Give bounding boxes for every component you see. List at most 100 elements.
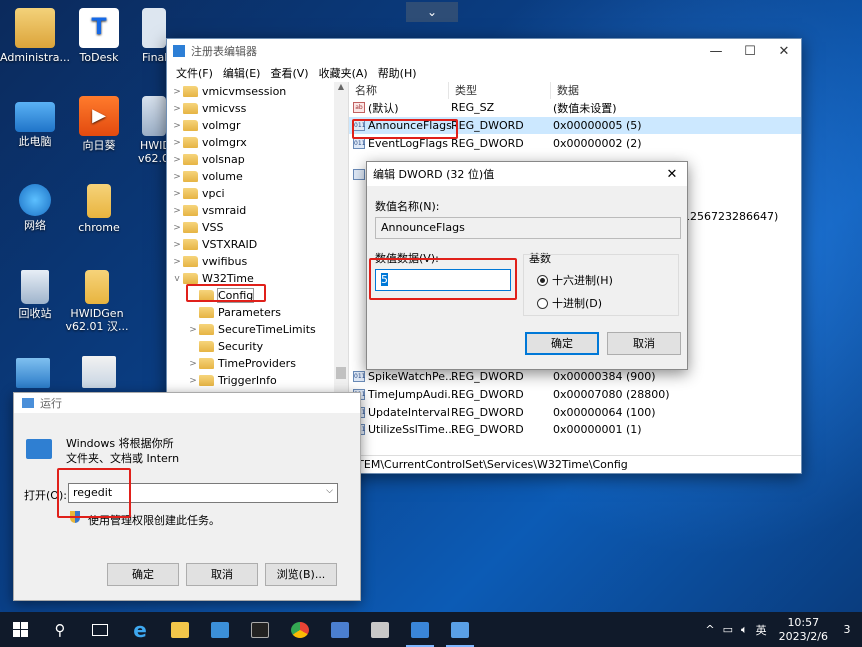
- task-view-button[interactable]: [80, 612, 120, 647]
- top-chevron-button[interactable]: ⌄: [406, 2, 458, 22]
- tree-item[interactable]: > volmgr: [167, 117, 348, 134]
- desktop-icon-chrome-folder[interactable]: chrome: [64, 184, 134, 234]
- column-name[interactable]: 名称: [349, 82, 449, 99]
- value-name-field: AnnounceFlags: [375, 217, 681, 239]
- folder-icon: [183, 154, 198, 165]
- tree-item[interactable]: > volsnap: [167, 151, 348, 168]
- tree-vertical-scrollbar[interactable]: ▲ ▼: [334, 82, 348, 441]
- chevron-down-icon[interactable]: v: [171, 274, 183, 284]
- tree-item[interactable]: > vmicvmsession: [167, 83, 348, 100]
- value-row[interactable]: ab (默认) REG_SZ (数值未设置): [349, 99, 801, 117]
- tray-input-language[interactable]: 英: [756, 622, 767, 638]
- desktop-icon-administrator[interactable]: Administra...: [0, 8, 70, 64]
- chevron-right-icon[interactable]: >: [171, 138, 183, 148]
- menu-edit[interactable]: 编辑(E): [218, 63, 266, 82]
- menu-view[interactable]: 查看(V): [265, 63, 313, 82]
- tree-item[interactable]: > volmgrx: [167, 134, 348, 151]
- run-cancel-button[interactable]: 取消: [186, 563, 258, 586]
- tree-item[interactable]: Security: [167, 338, 348, 355]
- tray-network-icon[interactable]: ▭: [723, 623, 733, 636]
- chevron-right-icon[interactable]: >: [171, 257, 183, 267]
- tree-item[interactable]: > VSS: [167, 219, 348, 236]
- value-data: (数值未设置): [553, 101, 617, 115]
- chevron-right-icon[interactable]: >: [171, 155, 183, 165]
- minimize-button[interactable]: —: [699, 44, 733, 59]
- tree-item[interactable]: Parameters: [167, 304, 348, 321]
- desktop-icon-partial-2[interactable]: [82, 356, 116, 388]
- close-button[interactable]: ✕: [767, 44, 801, 59]
- menu-favorites[interactable]: 收藏夹(A): [314, 63, 373, 82]
- taskbar-app-8[interactable]: [360, 612, 400, 647]
- radio-hex[interactable]: 十六进制(H): [537, 272, 613, 288]
- taskbar-cmd[interactable]: [240, 612, 280, 647]
- taskbar-regedit[interactable]: [400, 612, 440, 647]
- desktop-icon-recycle-bin[interactable]: 回收站: [0, 270, 70, 320]
- desktop-icon-final[interactable]: Final: [120, 8, 166, 64]
- run-browse-button[interactable]: 浏览(B)...: [265, 563, 337, 586]
- value-row[interactable]: 011UpdateIntervalREG_DWORD 0x00000064 (10…: [349, 403, 801, 421]
- value-row[interactable]: 011UtilizeSslTime...REG_DWORD 0x00000001 …: [349, 421, 801, 439]
- tree-item[interactable]: > SecureTimeLimits: [167, 321, 348, 338]
- scroll-thumb[interactable]: [336, 367, 346, 379]
- chevron-right-icon[interactable]: >: [171, 189, 183, 199]
- chevron-right-icon[interactable]: >: [171, 206, 183, 216]
- tree-item[interactable]: > vpci: [167, 185, 348, 202]
- value-row[interactable]: 011 SpikeWatchPe... REG_DWORD 0x00000384 (9…: [349, 368, 801, 386]
- dialog-close-button[interactable]: ✕: [657, 167, 687, 182]
- search-button[interactable]: ⚲: [40, 612, 80, 647]
- chevron-right-icon[interactable]: >: [171, 87, 183, 97]
- chevron-right-icon[interactable]: >: [171, 104, 183, 114]
- computer-shortcut-icon: [142, 8, 166, 48]
- tree-item[interactable]: > vmicvss: [167, 100, 348, 117]
- tree-item[interactable]: > vsmraid: [167, 202, 348, 219]
- desktop-icon-hwid[interactable]: HWID v62.01: [130, 96, 166, 165]
- clock[interactable]: 10:57 2023/2/6: [779, 616, 828, 644]
- chevron-right-icon[interactable]: >: [171, 223, 183, 233]
- control-panel-icon: [211, 621, 229, 638]
- chevron-right-icon[interactable]: >: [187, 359, 199, 369]
- value-row[interactable]: 011TimeJumpAudi...REG_DWORD 0x00007080 (2…: [349, 386, 801, 404]
- chevron-right-icon[interactable]: >: [187, 325, 199, 335]
- chevron-down-icon[interactable]: ⌵: [326, 486, 333, 496]
- dword-value-icon: 011: [353, 137, 366, 149]
- chevron-right-icon[interactable]: >: [171, 240, 183, 250]
- scroll-up-icon[interactable]: ▲: [334, 82, 348, 91]
- chevron-right-icon[interactable]: >: [171, 121, 183, 131]
- value-name: UtilizeSslTime...: [368, 423, 456, 437]
- tree-item-label: vmicvss: [202, 102, 247, 115]
- radio-decimal[interactable]: 十进制(D): [537, 295, 602, 311]
- tree-item[interactable]: > vwifibus: [167, 253, 348, 270]
- ok-button[interactable]: 确定: [525, 332, 599, 355]
- column-data[interactable]: 数据: [551, 82, 801, 99]
- tray-volume-icon[interactable]: 🔈︎: [741, 623, 748, 637]
- desktop-icon-this-pc[interactable]: 此电脑: [0, 96, 70, 148]
- desktop-icon-network[interactable]: 网络: [0, 184, 70, 232]
- desktop-icon-hwidgen[interactable]: HWIDGen v62.01 汉...: [62, 270, 132, 333]
- taskbar-ie[interactable]: e: [120, 612, 160, 647]
- taskbar-app-3[interactable]: [200, 612, 240, 647]
- tray-overflow-chevron[interactable]: ^: [705, 623, 714, 636]
- tree-item-label: volsnap: [202, 153, 245, 166]
- tree-item[interactable]: > volume: [167, 168, 348, 185]
- folder-icon: [183, 205, 198, 216]
- menu-help[interactable]: 帮助(H): [373, 63, 422, 82]
- taskbar-run[interactable]: [440, 612, 480, 647]
- maximize-button[interactable]: ☐: [733, 44, 767, 59]
- menu-file[interactable]: 文件(F): [171, 63, 218, 82]
- desktop-icon-sunlogin[interactable]: ▶ 向日葵: [64, 96, 134, 152]
- tree-item[interactable]: > TimeProviders: [167, 355, 348, 372]
- taskbar-chrome[interactable]: [280, 612, 320, 647]
- value-name: SpikeWatchPe...: [368, 370, 456, 384]
- desktop-icon-partial-1[interactable]: [16, 358, 50, 388]
- cancel-button[interactable]: 取消: [607, 332, 681, 355]
- taskbar-app-7[interactable]: [320, 612, 360, 647]
- tree-item[interactable]: > VSTXRAID: [167, 236, 348, 253]
- chevron-right-icon[interactable]: >: [187, 376, 199, 386]
- tree-item[interactable]: > TriggerInfo: [167, 372, 348, 389]
- taskbar-explorer[interactable]: [160, 612, 200, 647]
- chevron-right-icon[interactable]: >: [171, 172, 183, 182]
- column-type[interactable]: 类型: [449, 82, 551, 99]
- run-ok-button[interactable]: 确定: [107, 563, 179, 586]
- notification-center-button[interactable]: 3: [836, 619, 858, 641]
- start-button[interactable]: [0, 612, 40, 647]
